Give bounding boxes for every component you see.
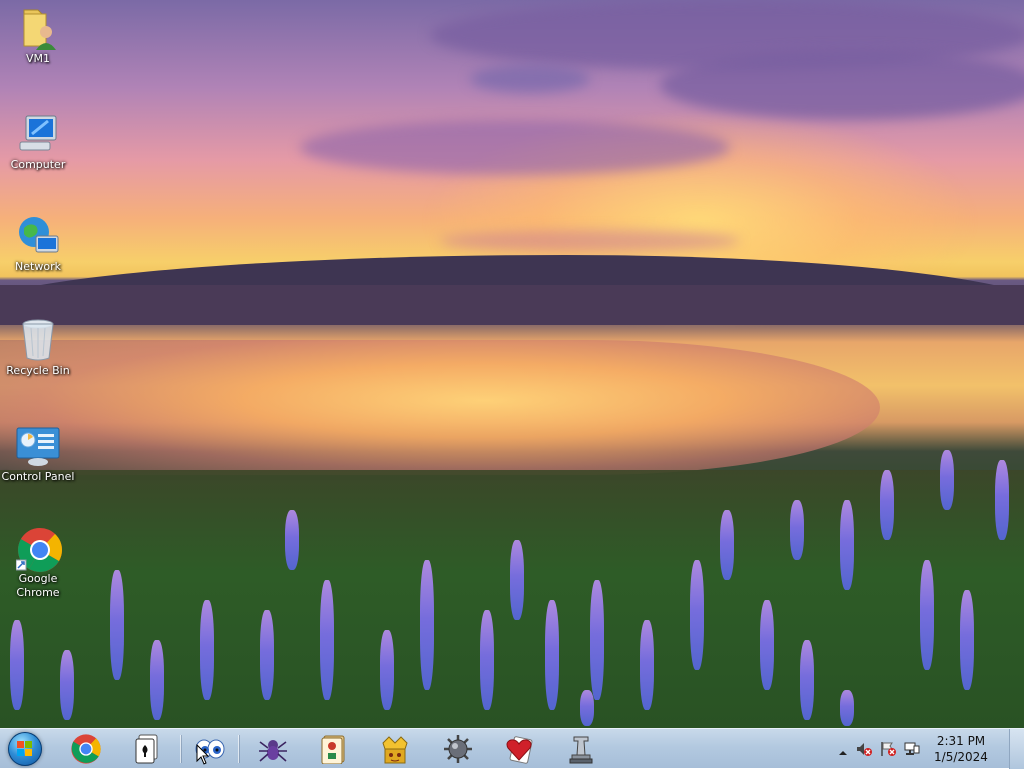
wallpaper-flower <box>480 610 494 710</box>
spider-solitaire-icon <box>259 740 287 762</box>
desktop-icon-google-chrome[interactable]: Google Chrome <box>0 526 76 600</box>
mahjong-titans-icon <box>321 735 345 764</box>
recycle-bin-icon <box>16 318 60 362</box>
taskbar-pinned-chess-titans[interactable] <box>556 731 604 767</box>
desktop[interactable]: VM1 Computer Network Recycle Bin Control… <box>0 0 1024 728</box>
notification-area: 2:31 PM 1/5/2024 <box>834 729 1024 769</box>
wallpaper-flower <box>380 630 394 710</box>
wallpaper-flower <box>840 690 854 726</box>
wallpaper-flower <box>580 690 594 726</box>
network-icon <box>16 214 60 258</box>
taskbar-pinned-purble-place[interactable] <box>186 731 234 767</box>
desktop-icon-label: VM1 <box>25 52 50 65</box>
wallpaper-flower <box>790 500 804 560</box>
taskbar-separator <box>180 735 181 763</box>
solitaire-icon <box>135 734 158 764</box>
wallpaper-lake <box>0 340 880 475</box>
start-button[interactable] <box>4 730 46 768</box>
chrome-icon <box>15 526 62 572</box>
wallpaper-flower <box>590 580 604 700</box>
desktop-icon-computer[interactable]: Computer <box>0 112 76 172</box>
wallpaper-flower <box>320 580 334 700</box>
show-hidden-icons-chevron-up-icon[interactable] <box>838 743 848 755</box>
taskbar-pinned-hearts[interactable] <box>494 731 542 767</box>
desktop-icon-label: Network <box>15 260 61 273</box>
windows-orb-icon <box>8 732 42 766</box>
desktop-icon-vm1[interactable]: VM1 <box>0 6 76 66</box>
desktop-icon-label: Recycle Bin <box>6 364 70 377</box>
desktop-icon-network[interactable]: Network <box>0 214 76 274</box>
desktop-icon-control-panel[interactable]: Control Panel <box>0 424 76 484</box>
clock-time: 2:31 PM <box>936 734 986 748</box>
wallpaper-flower <box>545 600 559 710</box>
taskbar-pinned-spider-solitaire[interactable] <box>248 731 296 767</box>
computer-icon <box>16 112 60 156</box>
hearts-icon <box>506 736 533 764</box>
wallpaper-flower <box>920 560 934 670</box>
taskbar-pinned-chrome[interactable] <box>62 731 110 767</box>
desktop-icon-recycle-bin[interactable]: Recycle Bin <box>0 318 76 378</box>
wallpaper-flower <box>995 460 1009 540</box>
user-folder-icon <box>16 6 60 50</box>
wallpaper-flower <box>60 650 74 720</box>
wallpaper-flower <box>200 600 214 700</box>
freecell-icon <box>382 736 408 764</box>
wallpaper-flower <box>285 510 299 570</box>
chess-titans-icon <box>569 736 593 764</box>
minesweeper-icon <box>444 735 472 763</box>
wallpaper-flower <box>760 600 774 690</box>
wallpaper-cloud <box>470 65 590 93</box>
network-status-icon[interactable] <box>904 741 920 757</box>
wallpaper-flower <box>690 560 704 670</box>
taskbar-pinned-minesweeper[interactable] <box>434 731 482 767</box>
wallpaper-flower <box>260 610 274 700</box>
wallpaper-flower <box>960 590 974 690</box>
taskbar-pinned-solitaire[interactable] <box>122 731 170 767</box>
show-desktop-button[interactable] <box>1009 729 1024 769</box>
wallpaper-flower <box>800 640 814 720</box>
wallpaper-flower <box>720 510 734 580</box>
wallpaper-flower <box>420 560 434 690</box>
system-clock[interactable]: 2:31 PM 1/5/2024 <box>926 733 996 765</box>
wallpaper-flower <box>150 640 164 720</box>
wallpaper-flower <box>840 500 854 590</box>
control-panel-icon <box>16 424 60 468</box>
taskbar-separator <box>238 735 239 763</box>
desktop-icon-label: Computer <box>10 158 66 171</box>
wallpaper-cloud <box>660 50 1024 120</box>
wallpaper-flower <box>10 620 24 710</box>
taskbar-pinned-mahjong-titans[interactable] <box>308 731 356 767</box>
wallpaper-flower <box>880 470 894 540</box>
taskbar: 2:31 PM 1/5/2024 <box>0 728 1024 769</box>
wallpaper-flower <box>110 570 124 680</box>
wallpaper-mountain-base <box>0 285 1024 325</box>
chrome-icon <box>71 734 101 764</box>
action-center-flag-error-icon[interactable] <box>880 741 896 757</box>
wallpaper-cloud <box>300 120 730 175</box>
wallpaper-flower <box>510 540 524 620</box>
volume-muted-icon[interactable] <box>856 741 872 757</box>
taskbar-pinned-freecell[interactable] <box>370 731 418 767</box>
desktop-icon-label: Control Panel <box>1 470 75 483</box>
desktop-icon-label: Google Chrome <box>16 572 60 599</box>
wallpaper-cloud <box>440 230 740 252</box>
wallpaper-flower <box>940 450 954 510</box>
clock-date: 1/5/2024 <box>934 750 988 764</box>
wallpaper-flower <box>640 620 654 710</box>
